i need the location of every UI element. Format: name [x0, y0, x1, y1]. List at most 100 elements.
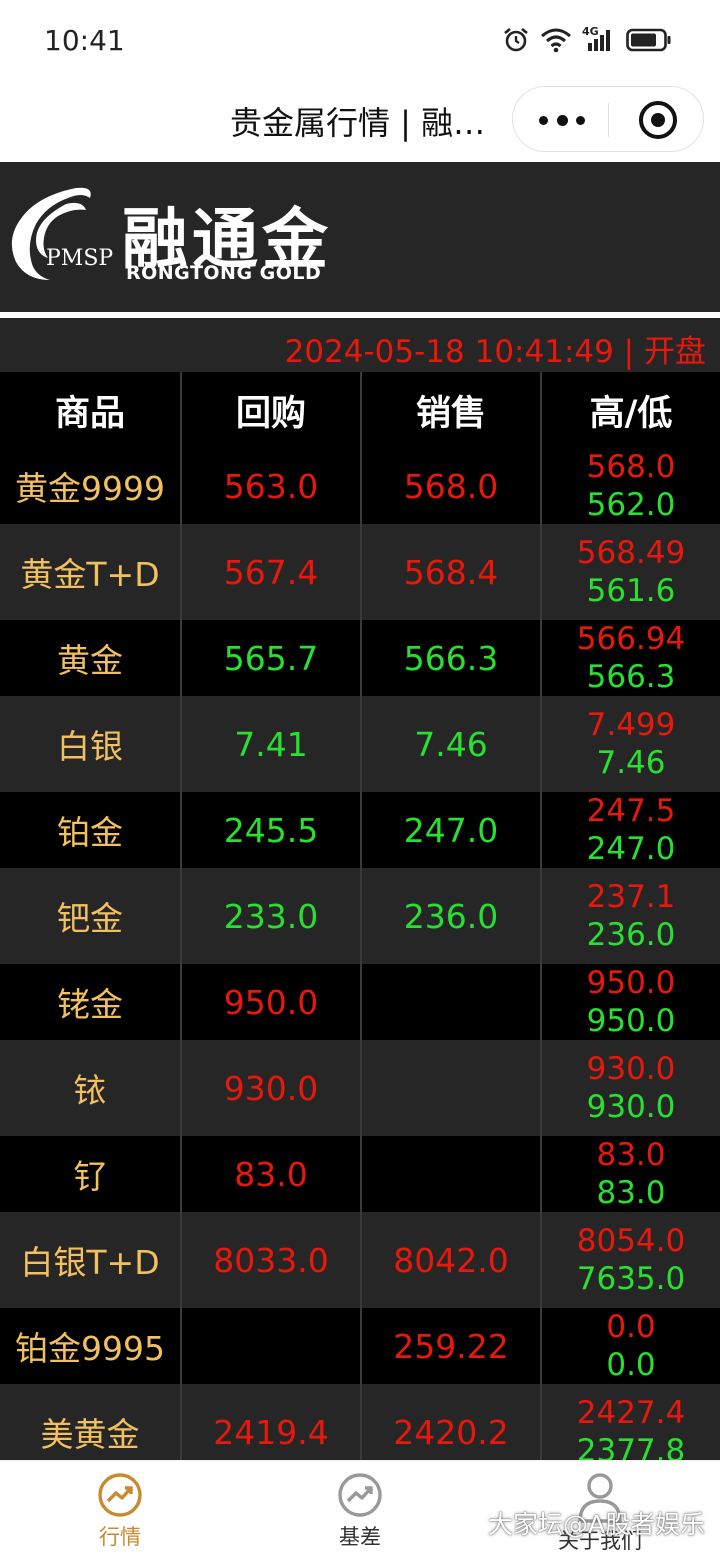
sell-price: 247.0 [360, 792, 540, 868]
buyback-price: 83.0 [180, 1136, 360, 1212]
table-row: 铂金9995 259.22 0.0 0.0 [0, 1308, 720, 1384]
table-row: 白银 7.41 7.46 7.499 7.46 [0, 696, 720, 792]
sell-price: 568.4 [360, 524, 540, 620]
high-price: 2427.4 [576, 1395, 686, 1431]
high-price: 83.0 [596, 1137, 666, 1173]
sell-price [360, 1040, 540, 1136]
low-price: 0.0 [606, 1347, 656, 1383]
table-row: 铱 930.0 930.0 930.0 [0, 1040, 720, 1136]
header-high-low: 高/低 [540, 372, 720, 448]
high-price: 247.5 [586, 793, 676, 829]
sell-price: 2420.2 [360, 1384, 540, 1460]
table-row: 白银T+D 8033.0 8042.0 8054.0 7635.0 [0, 1212, 720, 1308]
close-target-icon[interactable] [639, 101, 677, 139]
low-price: 7635.0 [576, 1261, 686, 1297]
low-price: 247.0 [586, 831, 676, 867]
product-name: 白银T+D [20, 1243, 160, 1282]
alarm-icon [504, 27, 528, 52]
high-low-cell: 7.499 7.46 [540, 696, 720, 792]
high-low-cell: 568.49 561.6 [540, 524, 720, 620]
high-price: 0.0 [606, 1309, 656, 1345]
wifi-icon [541, 28, 571, 53]
table-row: 美黄金 2419.4 2420.2 2427.4 2377.8 [0, 1384, 720, 1460]
status-time: 10:41 [44, 24, 125, 57]
table-row: 黄金9999 563.0 568.0 568.0 562.0 [0, 448, 720, 524]
product-name: 铂金 [57, 813, 123, 852]
low-price: 566.3 [586, 659, 676, 695]
high-price: 237.1 [586, 879, 676, 915]
low-price: 2377.8 [576, 1433, 686, 1460]
buyback-price: 950.0 [180, 964, 360, 1040]
table-row: 钯金 233.0 236.0 237.1 236.0 [0, 868, 720, 964]
capsule-divider [608, 103, 609, 137]
sell-price: 7.46 [360, 696, 540, 792]
table-row: 铑金 950.0 950.0 950.0 [0, 964, 720, 1040]
header-buyback: 回购 [180, 372, 360, 448]
header-product: 商品 [54, 393, 125, 434]
high-low-cell: 83.0 83.0 [540, 1136, 720, 1212]
buyback-price: 8033.0 [180, 1212, 360, 1308]
high-low-cell: 930.0 930.0 [540, 1040, 720, 1136]
more-icon[interactable] [539, 105, 585, 135]
sell-price: 566.3 [360, 620, 540, 696]
high-low-cell: 2427.4 2377.8 [540, 1384, 720, 1460]
buyback-price: 2419.4 [180, 1384, 360, 1460]
buyback-price [180, 1308, 360, 1384]
low-price: 83.0 [596, 1175, 666, 1211]
buyback-price: 245.5 [180, 792, 360, 868]
product-name: 铂金9995 [15, 1329, 165, 1368]
buyback-price: 567.4 [180, 524, 360, 620]
table-row: 黄金T+D 567.4 568.4 568.49 561.6 [0, 524, 720, 620]
mini-program-capsule [512, 86, 704, 152]
nav-quotes[interactable]: 行情 [40, 1471, 200, 1551]
signal-icon: 4G [582, 25, 616, 53]
buyback-price: 563.0 [180, 448, 360, 524]
nav-basis-label: 基差 [339, 1525, 381, 1549]
title-bar: 贵金属行情 | 融… [0, 80, 720, 162]
product-name: 铑金 [57, 985, 123, 1024]
table-row: 黄金 565.7 566.3 566.94 566.3 [0, 620, 720, 696]
sell-price: 259.22 [360, 1308, 540, 1384]
low-price: 7.46 [596, 745, 666, 781]
high-low-cell: 8054.0 7635.0 [540, 1212, 720, 1308]
product-name: 钯金 [57, 899, 123, 938]
header-sell: 销售 [360, 372, 540, 448]
datetime-band: 2024-05-18 10:41:49 | 开盘 [0, 318, 720, 372]
high-low-cell: 950.0 950.0 [540, 964, 720, 1040]
logo-band: PMSP 融通金 RONGTONG GOLD [0, 162, 720, 312]
low-price: 236.0 [586, 917, 676, 953]
watermark: 大家坛@A股者娱乐 [488, 1510, 706, 1539]
high-price: 8054.0 [576, 1223, 686, 1259]
buyback-price: 565.7 [180, 620, 360, 696]
status-bar: 10:41 4G [0, 0, 720, 80]
sell-price [360, 1136, 540, 1212]
buyback-price: 930.0 [180, 1040, 360, 1136]
low-price: 930.0 [586, 1089, 676, 1125]
high-low-cell: 566.94 566.3 [540, 620, 720, 696]
logo-mark-text: PMSP [46, 246, 114, 271]
high-price: 950.0 [586, 965, 676, 1001]
nav-quotes-label: 行情 [99, 1525, 141, 1549]
buyback-price: 7.41 [180, 696, 360, 792]
status-icons: 4G [502, 25, 672, 54]
high-price: 568.49 [576, 535, 686, 571]
product-name: 美黄金 [40, 1415, 140, 1454]
sell-price [360, 964, 540, 1040]
trend-icon [338, 1473, 382, 1517]
sell-price: 236.0 [360, 868, 540, 964]
nav-basis[interactable]: 基差 [280, 1471, 440, 1551]
product-name: 黄金9999 [15, 469, 165, 508]
low-price: 562.0 [586, 487, 676, 523]
battery-icon [626, 28, 671, 52]
high-low-cell: 247.5 247.0 [540, 792, 720, 868]
table-header: 商品 回购 销售 高/低 [0, 372, 720, 448]
price-table: 商品 回购 销售 高/低 黄金9999 563.0 568.0 568.0 562.0 黄… [0, 372, 720, 1460]
product-name: 白银 [57, 727, 123, 766]
brand-name-en: RONGTONG GOLD [126, 262, 322, 284]
table-row: 铂金 245.5 247.0 247.5 247.0 [0, 792, 720, 868]
low-price: 950.0 [586, 1003, 676, 1039]
high-price: 930.0 [586, 1051, 676, 1087]
product-name: 钌 [73, 1157, 107, 1196]
buyback-price: 233.0 [180, 868, 360, 964]
sell-price: 568.0 [360, 448, 540, 524]
